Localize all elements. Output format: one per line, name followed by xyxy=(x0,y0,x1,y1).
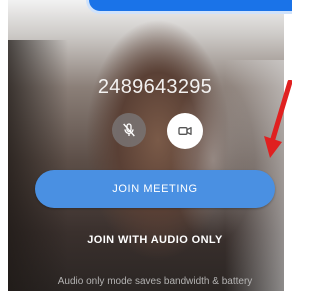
mute-microphone-button[interactable] xyxy=(112,113,146,147)
header-bar xyxy=(86,0,292,14)
meeting-join-screen: 2489643295 JOIN MEETING JOIN WITH AUDIO … xyxy=(0,0,292,291)
annotation-arrow-icon xyxy=(264,80,292,158)
audio-only-hint: Audio only mode saves bandwidth & batter… xyxy=(57,276,253,287)
meeting-id: 2489643295 xyxy=(97,76,213,98)
video-camera-icon xyxy=(178,127,192,135)
join-audio-only-button[interactable]: JOIN WITH AUDIO ONLY xyxy=(0,234,292,246)
mic-off-icon xyxy=(123,123,135,137)
join-meeting-button[interactable]: JOIN MEETING xyxy=(35,170,275,208)
toggle-camera-button[interactable] xyxy=(167,113,203,149)
